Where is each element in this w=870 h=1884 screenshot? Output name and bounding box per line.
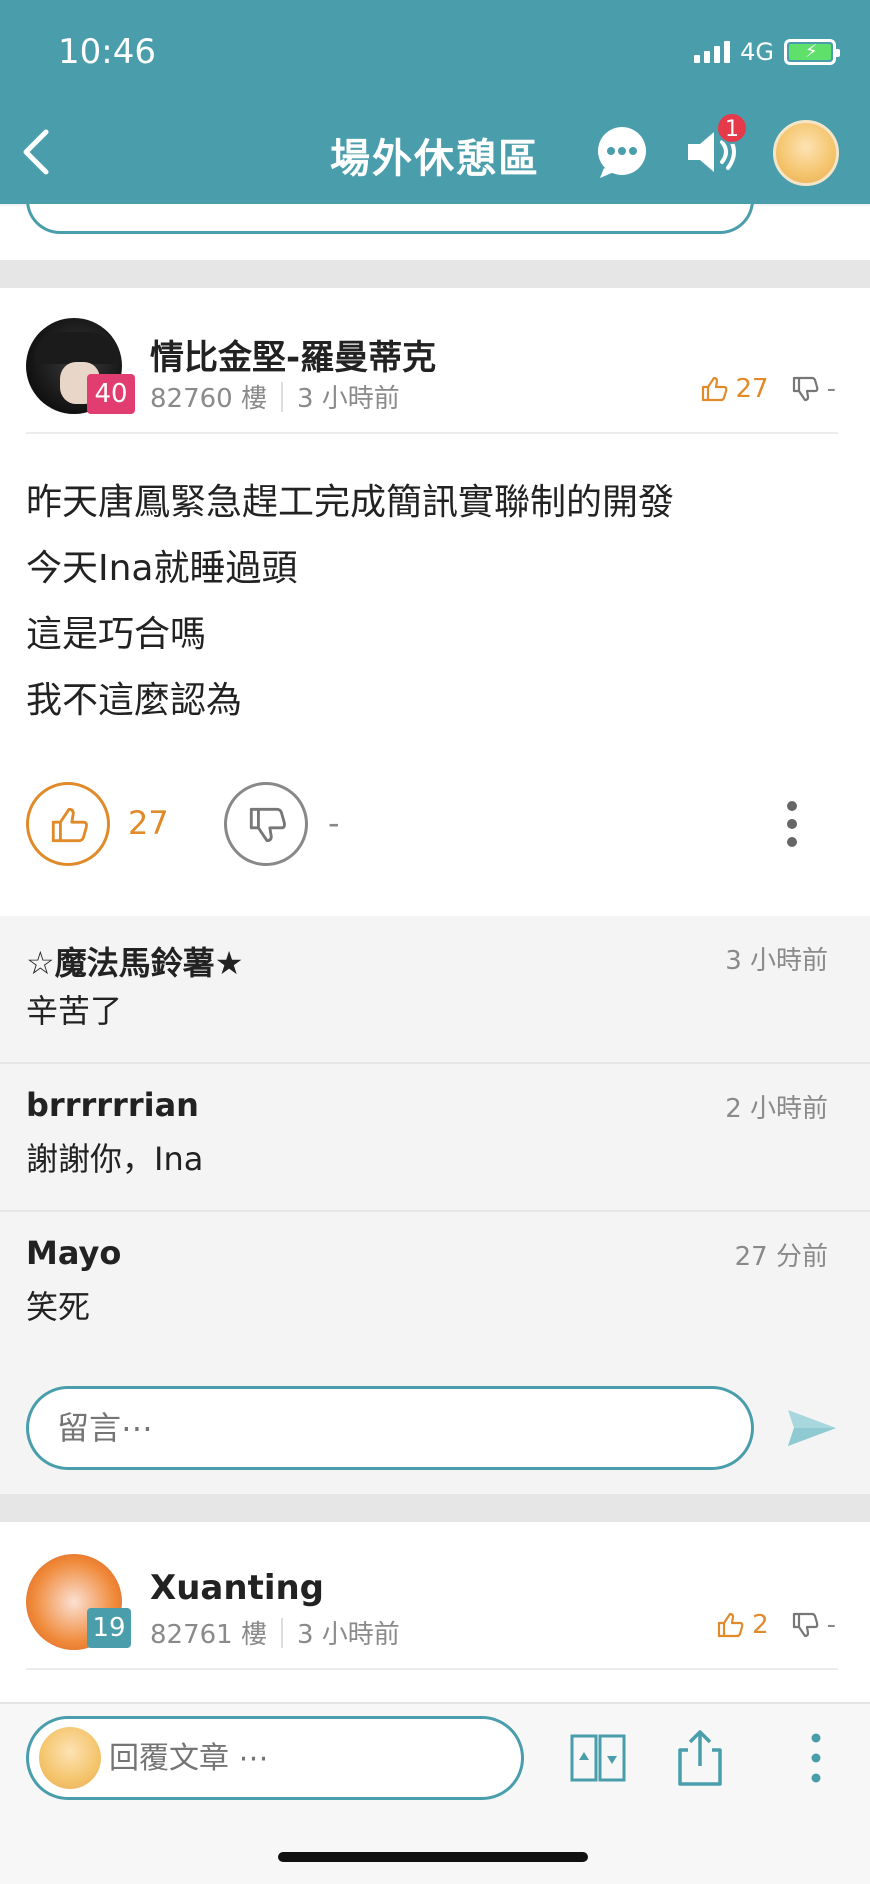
thumbs-down-icon (792, 1612, 818, 1638)
home-indicator (278, 1852, 588, 1862)
upvote-button[interactable] (26, 782, 110, 866)
comment-item: Mayo 27 分前 笑死 (0, 1212, 870, 1360)
comment-text: 辛苦了 (26, 992, 123, 1030)
post-separator (0, 260, 870, 288)
user-avatar[interactable] (773, 120, 839, 186)
post-separator (0, 1494, 870, 1522)
post-time: 3 小時前 (296, 1620, 400, 1650)
downvote-count: - (328, 804, 340, 842)
content-line: 昨天唐鳳緊急趕工完成簡訊實聯制的開發 (26, 482, 675, 523)
thumbs-up-icon (701, 376, 727, 402)
thumbs-up-icon (717, 1612, 744, 1638)
header-divider (26, 1668, 838, 1670)
more-options-icon[interactable] (786, 1726, 846, 1790)
mini-vote-summary: 27 - (700, 374, 836, 404)
network-type: 4G (740, 38, 774, 66)
comment-section: ☆魔法馬鈴薯★ 3 小時前 辛苦了 brrrrrrian 2 小時前 謝謝你，I… (0, 916, 870, 1494)
comment-item: ☆魔法馬鈴薯★ 3 小時前 辛苦了 (0, 916, 870, 1064)
share-icon[interactable] (670, 1726, 730, 1790)
floor-number: 82760 樓 (150, 384, 267, 414)
author-name[interactable]: 情比金堅-羅曼蒂克 (150, 330, 436, 379)
app-header: 10:46 4G ⚡ 場外休憩區 1 (0, 0, 870, 204)
reply-input-box[interactable] (26, 1716, 524, 1800)
content-line: 我不這麼認為 (26, 680, 243, 721)
chat-bubble-icon[interactable] (594, 124, 650, 180)
author-name[interactable]: Xuanting (150, 1568, 324, 1608)
mini-downvote-count: - (826, 374, 836, 404)
comment-time: 2 小時前 (725, 1094, 828, 1124)
comment-text: 笑死 (26, 1288, 91, 1326)
post-time: 3 小時前 (296, 384, 400, 414)
more-options-icon[interactable] (780, 794, 804, 854)
mini-vote-summary: 2 - (716, 1610, 836, 1640)
signal-icon (694, 41, 731, 63)
thumbs-down-icon (792, 376, 818, 402)
send-icon[interactable] (784, 1400, 840, 1456)
comment-item: brrrrrrian 2 小時前 謝謝你，Ina (0, 1064, 870, 1212)
user-avatar (39, 1727, 101, 1789)
reply-input[interactable] (109, 1719, 509, 1797)
upvote-count: 27 (128, 804, 169, 842)
level-badge: 19 (87, 1608, 131, 1648)
comment-text: 謝謝你，Ina (26, 1140, 204, 1178)
thumbs-down-icon (249, 807, 286, 843)
comment-input-box[interactable] (26, 1386, 754, 1470)
comment-time: 3 小時前 (725, 946, 828, 976)
comment-author[interactable]: ☆魔法馬鈴薯★ (26, 938, 243, 984)
mini-downvote-count: - (826, 1610, 836, 1640)
floor-jump-icon[interactable] (568, 1726, 628, 1790)
level-badge: 40 (87, 374, 135, 414)
post-meta: 82760 樓 3 小時前 (150, 378, 400, 415)
mini-upvote-count: 27 (735, 374, 769, 404)
comment-author[interactable]: Mayo (26, 1234, 121, 1272)
notification-badge: 1 (716, 112, 748, 144)
content-line: 今天Ina就睡過頭 (26, 548, 298, 589)
comment-time: 27 分前 (734, 1242, 828, 1272)
mini-upvote-count: 2 (752, 1610, 769, 1640)
post-meta: 82761 樓 3 小時前 (150, 1614, 400, 1651)
content-line: 這是巧合嗎 (26, 614, 207, 655)
downvote-button[interactable] (224, 782, 308, 866)
floor-number: 82761 樓 (150, 1620, 267, 1650)
comment-author[interactable]: brrrrrrian (26, 1086, 199, 1124)
post-content: 昨天唐鳳緊急趕工完成簡訊實聯制的開發 今天Ina就睡過頭 這是巧合嗎 我不這麼認… (26, 470, 674, 734)
status-time: 10:46 (58, 32, 156, 72)
status-indicators: 4G ⚡ (694, 38, 840, 66)
thumbs-up-icon (51, 807, 88, 843)
comment-input[interactable] (29, 1389, 751, 1467)
battery-icon: ⚡ (784, 39, 840, 65)
header-divider (26, 432, 838, 434)
